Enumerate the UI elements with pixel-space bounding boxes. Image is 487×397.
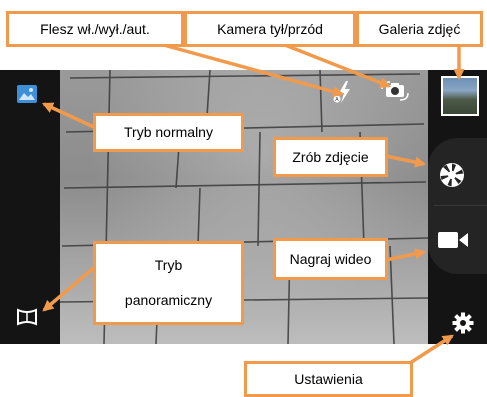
gear-icon[interactable]	[452, 312, 474, 334]
camera-switch-callout: Kamera tył/przód	[184, 11, 356, 47]
mode-panel	[0, 70, 60, 344]
normal-mode-label: Tryb normalny	[124, 124, 213, 141]
camera-switch-label: Kamera tył/przód	[217, 20, 323, 37]
take-photo-callout: Zrób zdjęcie	[273, 137, 388, 177]
gallery-callout: Galeria zdjęć	[356, 11, 483, 47]
video-camera-icon[interactable]	[437, 230, 469, 250]
capture-controls	[428, 138, 487, 274]
panorama-label-line2: panoramiczny	[124, 292, 213, 308]
panorama-label-line1: Tryb	[154, 257, 183, 274]
panorama-callout: Tryb panoramiczny	[93, 241, 244, 325]
aperture-icon[interactable]	[438, 161, 466, 189]
settings-label: Ustawienia	[294, 370, 363, 387]
settings-callout: Ustawienia	[244, 361, 413, 397]
flash-callout: Flesz wł./wył./aut.	[6, 11, 184, 47]
image-mode-icon[interactable]	[16, 84, 38, 104]
flash-label: Flesz wł./wył./aut.	[40, 20, 150, 37]
camera-switch-icon[interactable]	[380, 80, 410, 102]
gallery-thumbnail[interactable]	[441, 76, 479, 116]
record-video-label: Nagraj wideo	[289, 250, 372, 267]
take-photo-label: Zrób zdjęcie	[292, 148, 369, 165]
normal-mode-callout: Tryb normalny	[93, 113, 244, 152]
panorama-mode-icon[interactable]	[16, 308, 38, 326]
flash-auto-icon[interactable]: A	[332, 80, 354, 104]
control-panel	[428, 70, 487, 344]
record-video-callout: Nagraj wideo	[273, 238, 388, 280]
gallery-label: Galeria zdjęć	[378, 20, 461, 37]
